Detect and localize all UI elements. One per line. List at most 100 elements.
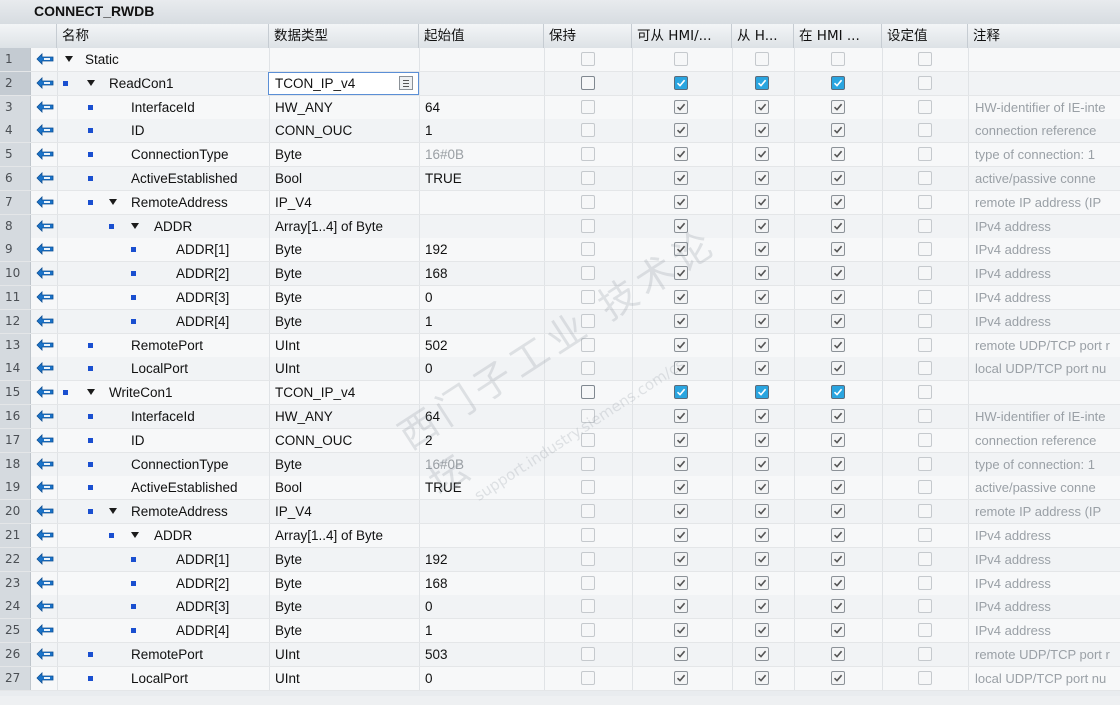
hmi-write-checkbox[interactable]: [755, 409, 769, 423]
row-number[interactable]: 18: [0, 452, 31, 476]
hmi-access-checkbox[interactable]: [674, 647, 688, 661]
hmi-write-checkbox[interactable]: [755, 171, 769, 185]
table-row[interactable]: 3 InterfaceId HW_ANY 64 HW-identifier of IE-…: [0, 95, 1120, 120]
setpoint-checkbox[interactable]: [918, 75, 932, 90]
comment[interactable]: IPv4 address: [975, 548, 1120, 571]
retain-checkbox[interactable]: [581, 218, 595, 233]
hmi-access-checkbox[interactable]: [674, 52, 688, 66]
variable-name[interactable]: ReadCon1: [109, 72, 174, 95]
retain-checkbox[interactable]: [581, 123, 595, 138]
hmi-visible-checkbox[interactable]: [831, 575, 845, 590]
hmi-write-checkbox[interactable]: [755, 361, 769, 376]
data-type[interactable]: Byte: [275, 238, 302, 261]
table-row[interactable]: 21 ADDR Array[1..4] of Byte IPv4 address: [0, 524, 1120, 548]
hmi-access-checkbox[interactable]: [674, 171, 688, 185]
comment[interactable]: remote IP address (IP: [975, 191, 1120, 214]
hmi-visible-checkbox[interactable]: [831, 242, 845, 257]
hmi-visible-checkbox[interactable]: [831, 52, 845, 66]
variable-name[interactable]: Static: [85, 48, 119, 71]
hmi-access-checkbox[interactable]: [674, 599, 688, 614]
hmi-visible-checkbox[interactable]: [831, 218, 845, 233]
comment[interactable]: IPv4 address: [975, 595, 1120, 618]
hmi-visible-checkbox[interactable]: [831, 456, 845, 471]
setpoint-checkbox[interactable]: [918, 313, 932, 328]
hmi-access-checkbox[interactable]: [674, 409, 688, 423]
col-header-setpoint[interactable]: 设定值: [882, 24, 968, 48]
hmi-write-checkbox[interactable]: [755, 623, 769, 638]
table-row[interactable]: 1 Static: [0, 48, 1120, 72]
comment[interactable]: HW-identifier of IE-inte: [975, 96, 1120, 119]
setpoint-checkbox[interactable]: [918, 123, 932, 138]
start-value[interactable]: 1: [425, 310, 433, 333]
row-number[interactable]: 24: [0, 595, 31, 619]
row-number[interactable]: 2: [0, 71, 31, 95]
variable-name[interactable]: ADDR[2]: [176, 572, 229, 595]
row-number[interactable]: 15: [0, 381, 31, 405]
row-number[interactable]: 8: [0, 214, 31, 238]
hmi-write-checkbox[interactable]: [755, 456, 769, 471]
hmi-visible-checkbox[interactable]: [831, 504, 845, 519]
row-number[interactable]: 1: [0, 48, 31, 71]
variable-name[interactable]: RemoteAddress: [131, 500, 228, 523]
col-header-hmi-visible[interactable]: 在 HMI ...: [794, 24, 882, 48]
setpoint-checkbox[interactable]: [918, 670, 932, 685]
variable-name[interactable]: InterfaceId: [131, 96, 195, 119]
row-number[interactable]: 17: [0, 428, 31, 452]
retain-checkbox[interactable]: [581, 385, 595, 400]
start-value[interactable]: 168: [425, 572, 448, 595]
row-number[interactable]: 25: [0, 619, 31, 643]
comment[interactable]: IPv4 address: [975, 619, 1120, 642]
data-type[interactable]: TCON_IP_v4: [275, 72, 355, 95]
table-row[interactable]: 15 WriteCon1 TCON_IP_v4: [0, 381, 1120, 406]
hmi-write-checkbox[interactable]: [755, 385, 769, 400]
setpoint-checkbox[interactable]: [918, 551, 932, 566]
row-number[interactable]: 4: [0, 119, 31, 143]
setpoint-checkbox[interactable]: [918, 409, 932, 423]
hmi-visible-checkbox[interactable]: [831, 123, 845, 138]
start-value[interactable]: 502: [425, 334, 448, 357]
setpoint-checkbox[interactable]: [918, 599, 932, 614]
retain-checkbox[interactable]: [581, 480, 595, 495]
retain-checkbox[interactable]: [581, 528, 595, 542]
comment[interactable]: type of connection: 1: [975, 143, 1120, 166]
comment[interactable]: [975, 381, 1120, 404]
col-header-datatype[interactable]: 数据类型: [269, 24, 419, 48]
hmi-write-checkbox[interactable]: [755, 670, 769, 685]
comment[interactable]: local UDP/TCP port nu: [975, 357, 1120, 380]
row-number[interactable]: 26: [0, 643, 31, 666]
start-value[interactable]: TRUE: [425, 167, 462, 190]
variable-name[interactable]: ADDR[2]: [176, 262, 229, 285]
hmi-access-checkbox[interactable]: [674, 147, 688, 162]
retain-checkbox[interactable]: [581, 242, 595, 257]
hmi-write-checkbox[interactable]: [755, 242, 769, 257]
hmi-write-checkbox[interactable]: [755, 52, 769, 66]
expand-collapse-icon[interactable]: [109, 198, 117, 205]
hmi-write-checkbox[interactable]: [755, 647, 769, 661]
hmi-access-checkbox[interactable]: [674, 504, 688, 519]
comment[interactable]: HW-identifier of IE-inte: [975, 405, 1120, 428]
row-number[interactable]: 11: [0, 286, 31, 309]
hmi-visible-checkbox[interactable]: [831, 409, 845, 423]
hmi-access-checkbox[interactable]: [674, 575, 688, 590]
hmi-write-checkbox[interactable]: [755, 313, 769, 328]
table-row[interactable]: 12 ADDR[4] Byte 1 IPv4 address: [0, 309, 1120, 334]
start-value[interactable]: 2: [425, 429, 433, 452]
retain-checkbox[interactable]: [581, 599, 595, 614]
setpoint-checkbox[interactable]: [918, 623, 932, 638]
comment[interactable]: remote UDP/TCP port r: [975, 334, 1120, 357]
hmi-write-checkbox[interactable]: [755, 575, 769, 590]
hmi-write-checkbox[interactable]: [755, 75, 769, 90]
col-header-name[interactable]: 名称: [57, 24, 269, 48]
col-header-retain[interactable]: 保持: [544, 24, 632, 48]
hmi-write-checkbox[interactable]: [755, 432, 769, 447]
col-header-comment[interactable]: 注释: [968, 24, 1120, 48]
table-row[interactable]: 14 LocalPort UInt 0 local UDP/TCP port nu: [0, 357, 1120, 382]
hmi-visible-checkbox[interactable]: [831, 171, 845, 185]
data-type[interactable]: Byte: [275, 619, 302, 642]
row-number[interactable]: 23: [0, 571, 31, 595]
data-type[interactable]: IP_V4: [275, 191, 312, 214]
row-number[interactable]: 14: [0, 357, 31, 381]
hmi-write-checkbox[interactable]: [755, 337, 769, 352]
row-number[interactable]: 22: [0, 547, 31, 571]
hmi-visible-checkbox[interactable]: [831, 361, 845, 376]
